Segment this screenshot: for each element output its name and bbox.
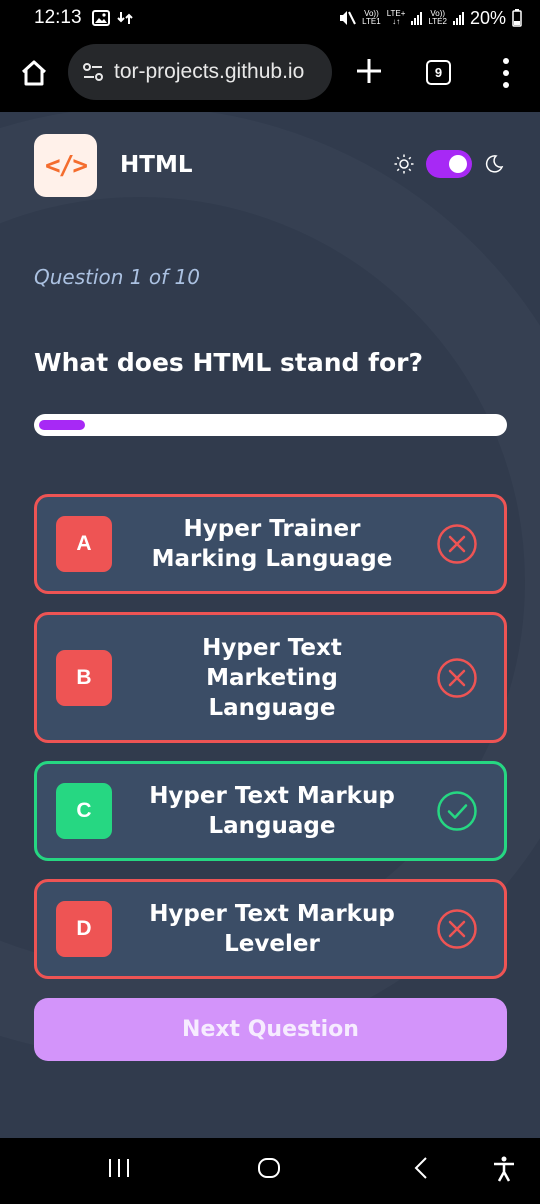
signal-icon-2 bbox=[452, 11, 464, 25]
answer-option-b[interactable]: B Hyper Text Marketing Language bbox=[34, 612, 507, 743]
moon-icon bbox=[485, 155, 504, 173]
battery-percent: 20% bbox=[469, 7, 506, 28]
option-text: Hyper Text Markup Leveler bbox=[149, 901, 395, 957]
status-bar: 12:13 Vo)) LTE1 LTE+ ↓↑ Vo)) LTE2 20% bbox=[0, 0, 540, 36]
theme-toggle bbox=[394, 150, 504, 178]
signal-icon-1 bbox=[411, 11, 423, 25]
sync-notification-icon bbox=[116, 12, 133, 24]
next-question-button[interactable]: Next Question bbox=[34, 998, 507, 1061]
option-letter: D bbox=[56, 901, 112, 957]
option-text: Hyper Text Markup Language bbox=[149, 783, 395, 839]
tab-switcher-button[interactable]: 9 bbox=[426, 60, 451, 85]
answer-option-c[interactable]: C Hyper Text Markup Language bbox=[34, 761, 507, 861]
mute-icon bbox=[340, 11, 357, 25]
gallery-notification-icon bbox=[91, 10, 110, 26]
option-letter: A bbox=[56, 516, 112, 572]
answer-option-a[interactable]: A Hyper Trainer Marking Language bbox=[34, 494, 507, 594]
recent-apps-icon[interactable] bbox=[107, 1156, 131, 1180]
new-tab-icon[interactable] bbox=[352, 54, 386, 88]
address-bar[interactable]: tor-projects.github.io bbox=[68, 44, 332, 100]
incorrect-icon bbox=[437, 524, 477, 564]
back-nav-icon[interactable] bbox=[410, 1156, 434, 1180]
network-type: LTE+ ↓↑ bbox=[386, 9, 406, 26]
home-icon[interactable] bbox=[19, 58, 49, 88]
system-nav-bar bbox=[0, 1138, 540, 1204]
option-text: Hyper Trainer Marking Language bbox=[151, 516, 393, 572]
switch-knob bbox=[449, 155, 467, 173]
accessibility-icon[interactable] bbox=[492, 1156, 516, 1182]
option-text: Hyper Text Marketing Language bbox=[202, 634, 342, 721]
sun-icon bbox=[394, 154, 414, 174]
incorrect-icon bbox=[437, 657, 477, 698]
option-letter: C bbox=[56, 783, 112, 839]
browser-toolbar: tor-projects.github.io 9 bbox=[0, 36, 540, 112]
subject-logo: </> bbox=[34, 134, 97, 197]
quiz-page: </> HTML Question 1 of 10 What does HTML… bbox=[0, 112, 540, 1138]
progress-bar bbox=[34, 414, 507, 436]
status-indicators: Vo)) LTE1 LTE+ ↓↑ Vo)) LTE2 20% bbox=[338, 8, 522, 29]
theme-switch[interactable] bbox=[426, 150, 472, 178]
status-time: 12:13 bbox=[34, 7, 82, 28]
incorrect-icon bbox=[437, 909, 477, 949]
browser-menu-icon[interactable] bbox=[499, 58, 513, 88]
site-settings-icon[interactable] bbox=[82, 61, 104, 83]
progress-fill bbox=[39, 420, 85, 430]
home-nav-icon[interactable] bbox=[257, 1156, 281, 1180]
url-text[interactable]: tor-projects.github.io bbox=[114, 60, 304, 84]
question-counter: Question 1 of 10 bbox=[34, 265, 200, 289]
sim1-label: Vo)) LTE1 bbox=[362, 9, 381, 26]
subject-title: HTML bbox=[120, 152, 193, 178]
question-text: What does HTML stand for? bbox=[34, 348, 423, 377]
option-letter: B bbox=[56, 649, 112, 706]
correct-check-icon bbox=[437, 791, 477, 831]
battery-icon bbox=[512, 9, 522, 27]
sim2-label: Vo)) LTE2 bbox=[428, 9, 447, 26]
answer-option-d[interactable]: D Hyper Text Markup Leveler bbox=[34, 879, 507, 979]
